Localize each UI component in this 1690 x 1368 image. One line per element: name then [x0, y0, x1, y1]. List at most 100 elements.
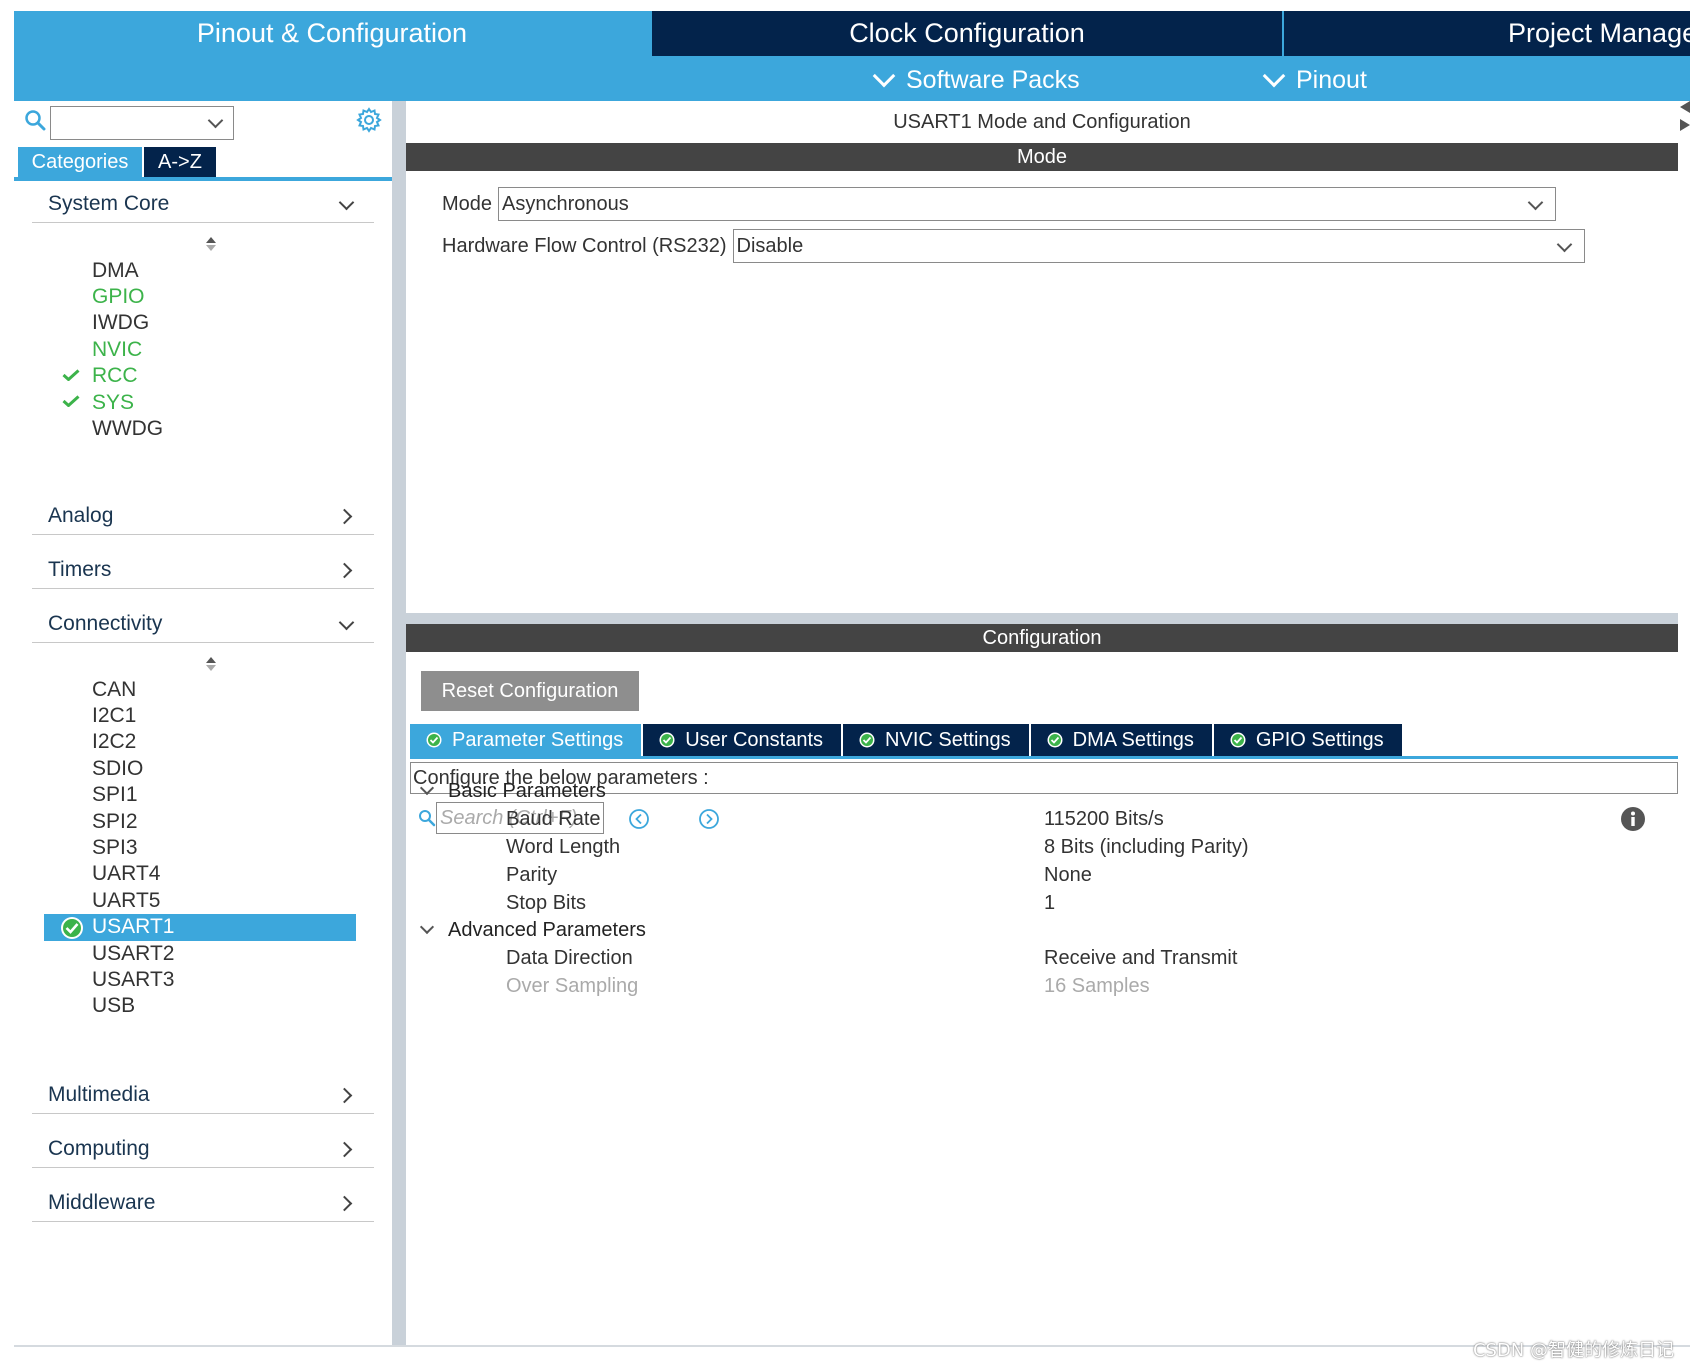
- sidebar-item-usart1[interactable]: USART1: [44, 913, 356, 941]
- sidebar-item-sys[interactable]: SYS: [44, 389, 356, 416]
- check-circle-icon: [859, 732, 875, 748]
- param-name-over-sampling: Over Sampling: [506, 974, 639, 997]
- configuration-tabs: Parameter Settings User Constants NVIC Set…: [410, 724, 1404, 756]
- tab-dma-settings[interactable]: DMA Settings: [1030, 724, 1212, 756]
- mode-select[interactable]: Asynchronous: [498, 187, 1557, 221]
- section-connectivity[interactable]: Connectivity: [32, 603, 374, 643]
- group-basic-parameters[interactable]: Basic Parameters: [418, 777, 606, 805]
- check-icon: [62, 368, 80, 381]
- sidebar-item-rcc[interactable]: RCC: [44, 363, 356, 390]
- next-match-icon[interactable]: [698, 808, 720, 830]
- param-name-data-direction: Data Direction: [506, 946, 633, 969]
- section-splitter[interactable]: [406, 613, 1678, 624]
- configuration-section-header: Configuration: [406, 624, 1678, 652]
- sidebar-item-label: I2C1: [92, 703, 137, 727]
- sidebar-item-usb[interactable]: USB: [44, 993, 356, 1020]
- sidebar-item-uart5[interactable]: UART5: [44, 887, 356, 914]
- param-value-parity[interactable]: None: [1044, 861, 1092, 889]
- tab-label: Parameter Settings: [452, 728, 624, 751]
- reset-configuration-button[interactable]: Reset Configuration: [421, 671, 639, 711]
- param-name-word-length: Word Length: [506, 835, 621, 858]
- sidebar-item-spi3[interactable]: SPI3: [44, 834, 356, 861]
- tab-parameter-settings[interactable]: Parameter Settings: [410, 724, 642, 756]
- sort-icon[interactable]: [204, 654, 218, 674]
- tab-user-constants[interactable]: User Constants: [643, 724, 842, 756]
- sidebar-item-can[interactable]: CAN: [44, 676, 356, 703]
- tab-a-to-z[interactable]: A->Z: [144, 147, 216, 177]
- hardware-flow-control-value: Disable: [736, 234, 804, 257]
- param-value-over-sampling[interactable]: 16 Samples: [1044, 972, 1150, 1000]
- chevron-right-icon: [336, 1195, 353, 1212]
- group-label: Advanced Parameters: [448, 918, 646, 941]
- sidebar-item-usart3[interactable]: USART3: [44, 966, 356, 993]
- sidebar-item-label: NVIC: [92, 337, 143, 361]
- section-middleware[interactable]: Middleware: [32, 1182, 374, 1222]
- sidebar-item-label: IWDG: [92, 311, 150, 335]
- section-analog[interactable]: Analog: [32, 495, 374, 535]
- category-search-input[interactable]: [50, 106, 234, 140]
- sidebar-item-label: GPIO: [92, 284, 145, 308]
- section-computing[interactable]: Computing: [32, 1128, 374, 1168]
- sidebar-item-usart2[interactable]: USART2: [44, 940, 356, 967]
- check-circle-icon: [659, 732, 675, 748]
- sidebar-item-iwdg[interactable]: IWDG: [44, 310, 356, 337]
- sidebar-item-dma[interactable]: DMA: [44, 257, 356, 284]
- sidebar-item-label: USART3: [92, 967, 175, 991]
- param-value-word-length[interactable]: 8 Bits (including Parity): [1044, 833, 1249, 861]
- tab-label: User Constants: [685, 728, 824, 751]
- categories-panel: Categories A->Z System Core DMA GPIO IWDG N…: [14, 101, 392, 1345]
- sidebar-item-label: SYS: [92, 390, 135, 414]
- hardware-flow-control-select[interactable]: Disable: [732, 229, 1585, 263]
- panel-splitter[interactable]: [392, 101, 406, 1345]
- section-timers[interactable]: Timers: [32, 549, 374, 589]
- pinout-menu-label: Pinout: [1296, 65, 1367, 94]
- panel-title: USART1 Mode and Configuration: [893, 110, 1191, 133]
- gear-icon[interactable]: [356, 107, 382, 133]
- tab-pinout-configuration[interactable]: Pinout & Configuration: [14, 11, 650, 56]
- param-value-stop-bits[interactable]: 1: [1044, 889, 1055, 917]
- sidebar-item-label: CAN: [92, 677, 137, 701]
- tab-nvic-settings[interactable]: NVIC Settings: [843, 724, 1029, 756]
- sidebar-item-sdio[interactable]: SDIO: [44, 755, 356, 782]
- sidebar-item-label: UART5: [92, 888, 161, 912]
- sidebar-item-label: I2C2: [92, 730, 137, 754]
- hardware-flow-control-row: Hardware Flow Control (RS232) Disable: [442, 229, 1585, 263]
- tab-clock-configuration[interactable]: Clock Configuration: [652, 11, 1282, 56]
- sidebar-item-i2c1[interactable]: I2C1: [44, 702, 356, 729]
- param-value-data-direction[interactable]: Receive and Transmit: [1044, 944, 1237, 972]
- chevron-right-icon: [336, 1141, 353, 1158]
- section-system-core[interactable]: System Core: [32, 183, 374, 223]
- sidebar-item-gpio[interactable]: GPIO: [44, 283, 356, 310]
- hardware-flow-control-label: Hardware Flow Control (RS232): [442, 234, 727, 257]
- sidebar-item-label: RCC: [92, 364, 138, 388]
- tab-project-manager[interactable]: Project Manage: [1284, 11, 1690, 56]
- sidebar-item-label: SPI3: [92, 835, 138, 859]
- sidebar-item-label: USB: [92, 994, 136, 1018]
- collapse-arrows-icon[interactable]: [1678, 101, 1690, 145]
- chevron-right-icon: [336, 562, 353, 579]
- sidebar-item-i2c2[interactable]: I2C2: [44, 729, 356, 756]
- sidebar-item-uart4[interactable]: UART4: [44, 861, 356, 888]
- sidebar-item-spi1[interactable]: SPI1: [44, 782, 356, 809]
- pinout-menu[interactable]: Pinout: [1262, 63, 1367, 97]
- sort-icon[interactable]: [204, 234, 218, 254]
- section-multimedia[interactable]: Multimedia: [32, 1074, 374, 1114]
- tab-categories[interactable]: Categories: [18, 147, 142, 177]
- sidebar-item-wwdg[interactable]: WWDG: [44, 415, 356, 442]
- previous-match-icon[interactable]: [628, 808, 650, 830]
- enabled-check-icon: [61, 916, 83, 939]
- software-packs-menu[interactable]: Software Packs: [872, 63, 1080, 97]
- chevron-down-icon: [872, 64, 896, 88]
- sidebar-item-label: SPI2: [92, 809, 138, 833]
- tab-underline: [14, 177, 392, 181]
- sidebar-item-nvic[interactable]: NVIC: [44, 336, 356, 363]
- sidebar-item-spi2[interactable]: SPI2: [44, 808, 356, 835]
- group-advanced-parameters[interactable]: Advanced Parameters: [418, 916, 646, 944]
- info-icon[interactable]: [1620, 806, 1646, 832]
- param-value-baud-rate[interactable]: 115200 Bits/s: [1044, 805, 1164, 833]
- sidebar-item-label: USART2: [92, 941, 175, 965]
- status-strip: [14, 1345, 1690, 1368]
- tab-gpio-settings[interactable]: GPIO Settings: [1213, 724, 1402, 756]
- param-name-baud-rate: Baud Rate: [506, 807, 601, 830]
- chevron-down-icon: [419, 780, 435, 796]
